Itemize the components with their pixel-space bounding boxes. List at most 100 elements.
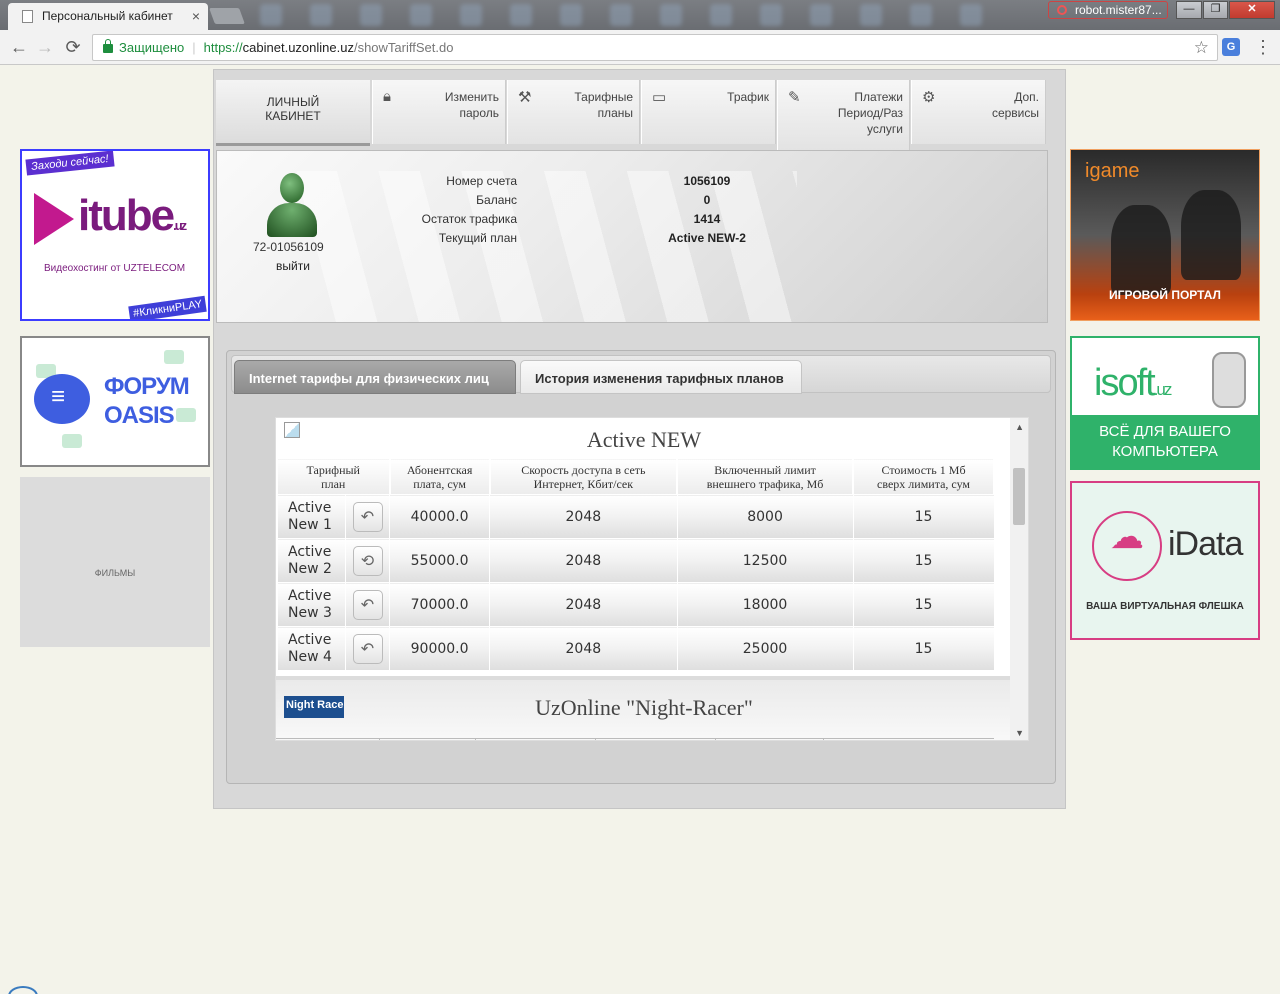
account-login: 72-01056109 <box>253 240 324 254</box>
films-ad-banner[interactable]: ФИЛЬМЫ <box>20 477 210 647</box>
plan-name: Active New 3 <box>277 582 346 627</box>
igame-ad-banner[interactable]: igame ИГРОВОЙ ПОРТАЛ <box>1070 149 1260 321</box>
menu-label-line: пароль <box>459 106 499 120</box>
forum-line1: ФОРУМ <box>104 373 190 400</box>
plan-limit: 18000 <box>676 582 854 627</box>
app-icon <box>760 4 782 26</box>
header-line: сверх лимита, сум <box>877 476 971 491</box>
plan-extra-cost: 15 <box>852 582 995 627</box>
translate-extension-icon[interactable]: G <box>1222 38 1240 56</box>
menu-label-line: Период/Раз <box>837 106 903 120</box>
logout-link[interactable]: выйти <box>276 259 310 273</box>
table-row: Active New 4 ↶ 90000.0 2048 25000 15 <box>277 626 995 671</box>
isoft-logo-uz: .uz <box>1153 380 1173 399</box>
user-profile-badge[interactable]: robot.mister87... <box>1048 1 1168 19</box>
isoft-logo: isoft.uz <box>1094 362 1173 405</box>
active-new-tariff-table: Тарифный план Абонентская плата, сум Скоро… <box>277 458 995 671</box>
switch-plan-icon[interactable]: ↶ <box>352 501 383 532</box>
page-icon <box>22 10 33 23</box>
plan-limit: 25000 <box>676 626 854 671</box>
header-line: внешнего трафика, Мб <box>706 476 824 491</box>
browser-tab[interactable]: Персональный кабинет × <box>8 3 208 30</box>
plan-extra-cost: 15 <box>852 538 995 583</box>
url-protocol: https:// <box>203 40 243 55</box>
reload-icon[interactable]: ⟳ <box>62 36 84 58</box>
itube-hashtag: #КликниPLAY <box>127 295 207 319</box>
idata-logo: iData <box>1168 525 1243 563</box>
current-plan-icon[interactable]: ⟲ <box>352 545 383 576</box>
vertical-scrollbar[interactable]: ▲ ▼ <box>1010 418 1028 740</box>
itube-logo-uz: .uz <box>173 218 187 233</box>
new-tab-button[interactable] <box>209 8 245 24</box>
browser-menu-icon[interactable]: ⋮ <box>1254 36 1272 58</box>
active-new-heading: Active NEW <box>586 427 702 452</box>
scroll-up-arrow-icon[interactable]: ▲ <box>1015 422 1024 432</box>
tab-plan-history[interactable]: История изменения тарифных планов <box>520 360 802 394</box>
plan-speed: 2048 <box>489 582 678 627</box>
switch-plan-icon[interactable]: ↶ <box>352 589 383 620</box>
plan-extra-cost: 15 <box>852 626 995 671</box>
menu-personal-cabinet[interactable]: ЛИЧНЫЙ КАБИНЕТ <box>216 80 370 146</box>
plan-name-line: New 3 <box>288 604 332 621</box>
address-bar[interactable]: Защищено | https://cabinet.uzonline.uz/sho… <box>92 34 1218 61</box>
isoft-ad-banner[interactable]: isoft.uz ВСЁ ДЛЯ ВАШЕГО КОМПЬЮТЕРА <box>1070 336 1260 470</box>
menu-item-label: Платежи Период/Раз услуги <box>838 89 903 137</box>
minimize-button[interactable]: — <box>1176 1 1202 19</box>
broken-image-icon <box>284 422 300 438</box>
switch-plan-icon[interactable]: ↶ <box>352 633 383 664</box>
plan-fee: 70000.0 <box>388 582 491 627</box>
column-header: Тарифный план <box>277 458 391 495</box>
forum-oasis-ad-banner[interactable]: ФОРУМOASIS <box>20 336 210 467</box>
forward-icon[interactable]: → <box>34 36 56 58</box>
plan-name: Active New 2 <box>277 538 346 583</box>
isoft-line2: КОМПЬЮТЕРА <box>1112 443 1218 460</box>
app-icon <box>960 4 982 26</box>
plan-limit: 8000 <box>676 494 854 539</box>
plan-fee: 90000.0 <box>388 626 491 671</box>
avatar-body <box>267 203 317 237</box>
menu-traffic[interactable]: ▭ Трафик <box>641 80 776 144</box>
account-balance: 0 <box>703 193 711 207</box>
header-line: плата, сум <box>413 476 466 491</box>
account-info-panel: 72-01056109 выйти Номер счета Баланс Ост… <box>216 150 1048 323</box>
profile-icon <box>1057 5 1067 15</box>
tab-close-icon[interactable]: × <box>192 8 200 24</box>
igame-logo: igame <box>1085 160 1140 182</box>
header-line: Интернет, Кбит/сек <box>533 476 634 491</box>
menu-tariff-plans[interactable]: ⚒︎ Тарифные планы <box>507 80 640 144</box>
plan-fee: 40000.0 <box>388 494 491 539</box>
menu-label-line: сервисы <box>991 106 1039 120</box>
menu-home-line2: КАБИНЕТ <box>265 109 321 123</box>
bookmark-star-icon[interactable]: ☆ <box>1194 38 1209 58</box>
maximize-button[interactable]: ❐ <box>1203 1 1228 19</box>
tariff-table-scrollarea[interactable]: Active NEW Тарифный план Абонентская плата… <box>275 417 1029 741</box>
menu-label-line: Платежи <box>854 90 903 104</box>
secure-label: Защищено <box>119 40 185 55</box>
tab-internet-tariffs[interactable]: Internet тарифы для физических лиц <box>234 360 516 394</box>
header-cell <box>716 739 824 740</box>
idata-ad-banner[interactable]: iData ВАША ВИРТУАЛЬНАЯ ФЛЕШКА <box>1070 481 1260 640</box>
menu-label-line: Тарифные <box>574 90 633 104</box>
app-icon <box>260 4 282 26</box>
plan-speed: 2048 <box>489 494 678 539</box>
user-profile-name: robot.mister87... <box>1075 3 1162 17</box>
close-window-button[interactable]: ✕ <box>1229 1 1275 19</box>
plan-speed: 2048 <box>489 626 678 671</box>
menu-extra-services[interactable]: ⚙ Доп. сервисы <box>911 80 1046 144</box>
forum-logo: ФОРУМ OASIS <box>104 372 190 430</box>
scroll-down-arrow-icon[interactable]: ▼ <box>1015 728 1024 738</box>
scrollbar-thumb[interactable] <box>1013 468 1025 525</box>
plan-name: Active New 1 <box>277 494 346 539</box>
url-host: cabinet.uzonline.uz <box>242 40 354 55</box>
plan-speed: 2048 <box>489 538 678 583</box>
menu-change-password[interactable]: 🔒︎ Изменить пароль <box>372 80 506 144</box>
itube-ad-banner[interactable]: Заходи сейчас! itube.uz Видеохостинг от … <box>20 149 210 321</box>
back-icon[interactable]: ← <box>8 36 30 58</box>
url-path: /showTariffSet.do <box>353 40 454 55</box>
app-icon <box>710 4 732 26</box>
header-line: Включенный лимит <box>714 462 816 477</box>
soldier-image <box>1111 205 1171 295</box>
column-header: Включенный лимит внешнего трафика, Мб <box>676 458 855 495</box>
menu-payments[interactable]: ✎ Платежи Период/Раз услуги <box>777 80 910 150</box>
forum-line2: OASIS <box>104 402 175 429</box>
